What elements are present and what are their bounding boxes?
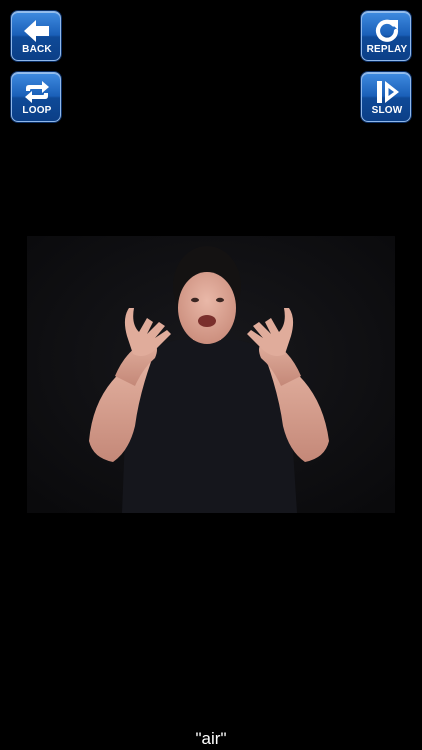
- replay-button[interactable]: REPLAY: [361, 11, 411, 61]
- sign-video[interactable]: [27, 236, 395, 513]
- slow-play-icon: [362, 77, 412, 107]
- back-button-label: BACK: [22, 44, 52, 55]
- loop-button[interactable]: LOOP: [11, 72, 61, 122]
- slow-button-label: SLOW: [371, 105, 403, 116]
- signer-video-frame: [27, 236, 395, 513]
- slow-button[interactable]: SLOW: [361, 72, 411, 122]
- arrow-left-icon: [12, 16, 62, 46]
- loop-button-label: LOOP: [22, 105, 52, 116]
- loop-arrows-icon: [12, 77, 62, 107]
- back-button[interactable]: BACK: [11, 11, 61, 61]
- replay-arrow-icon: [362, 16, 412, 46]
- sign-caption: "air": [195, 729, 227, 748]
- replay-button-label: REPLAY: [366, 44, 408, 55]
